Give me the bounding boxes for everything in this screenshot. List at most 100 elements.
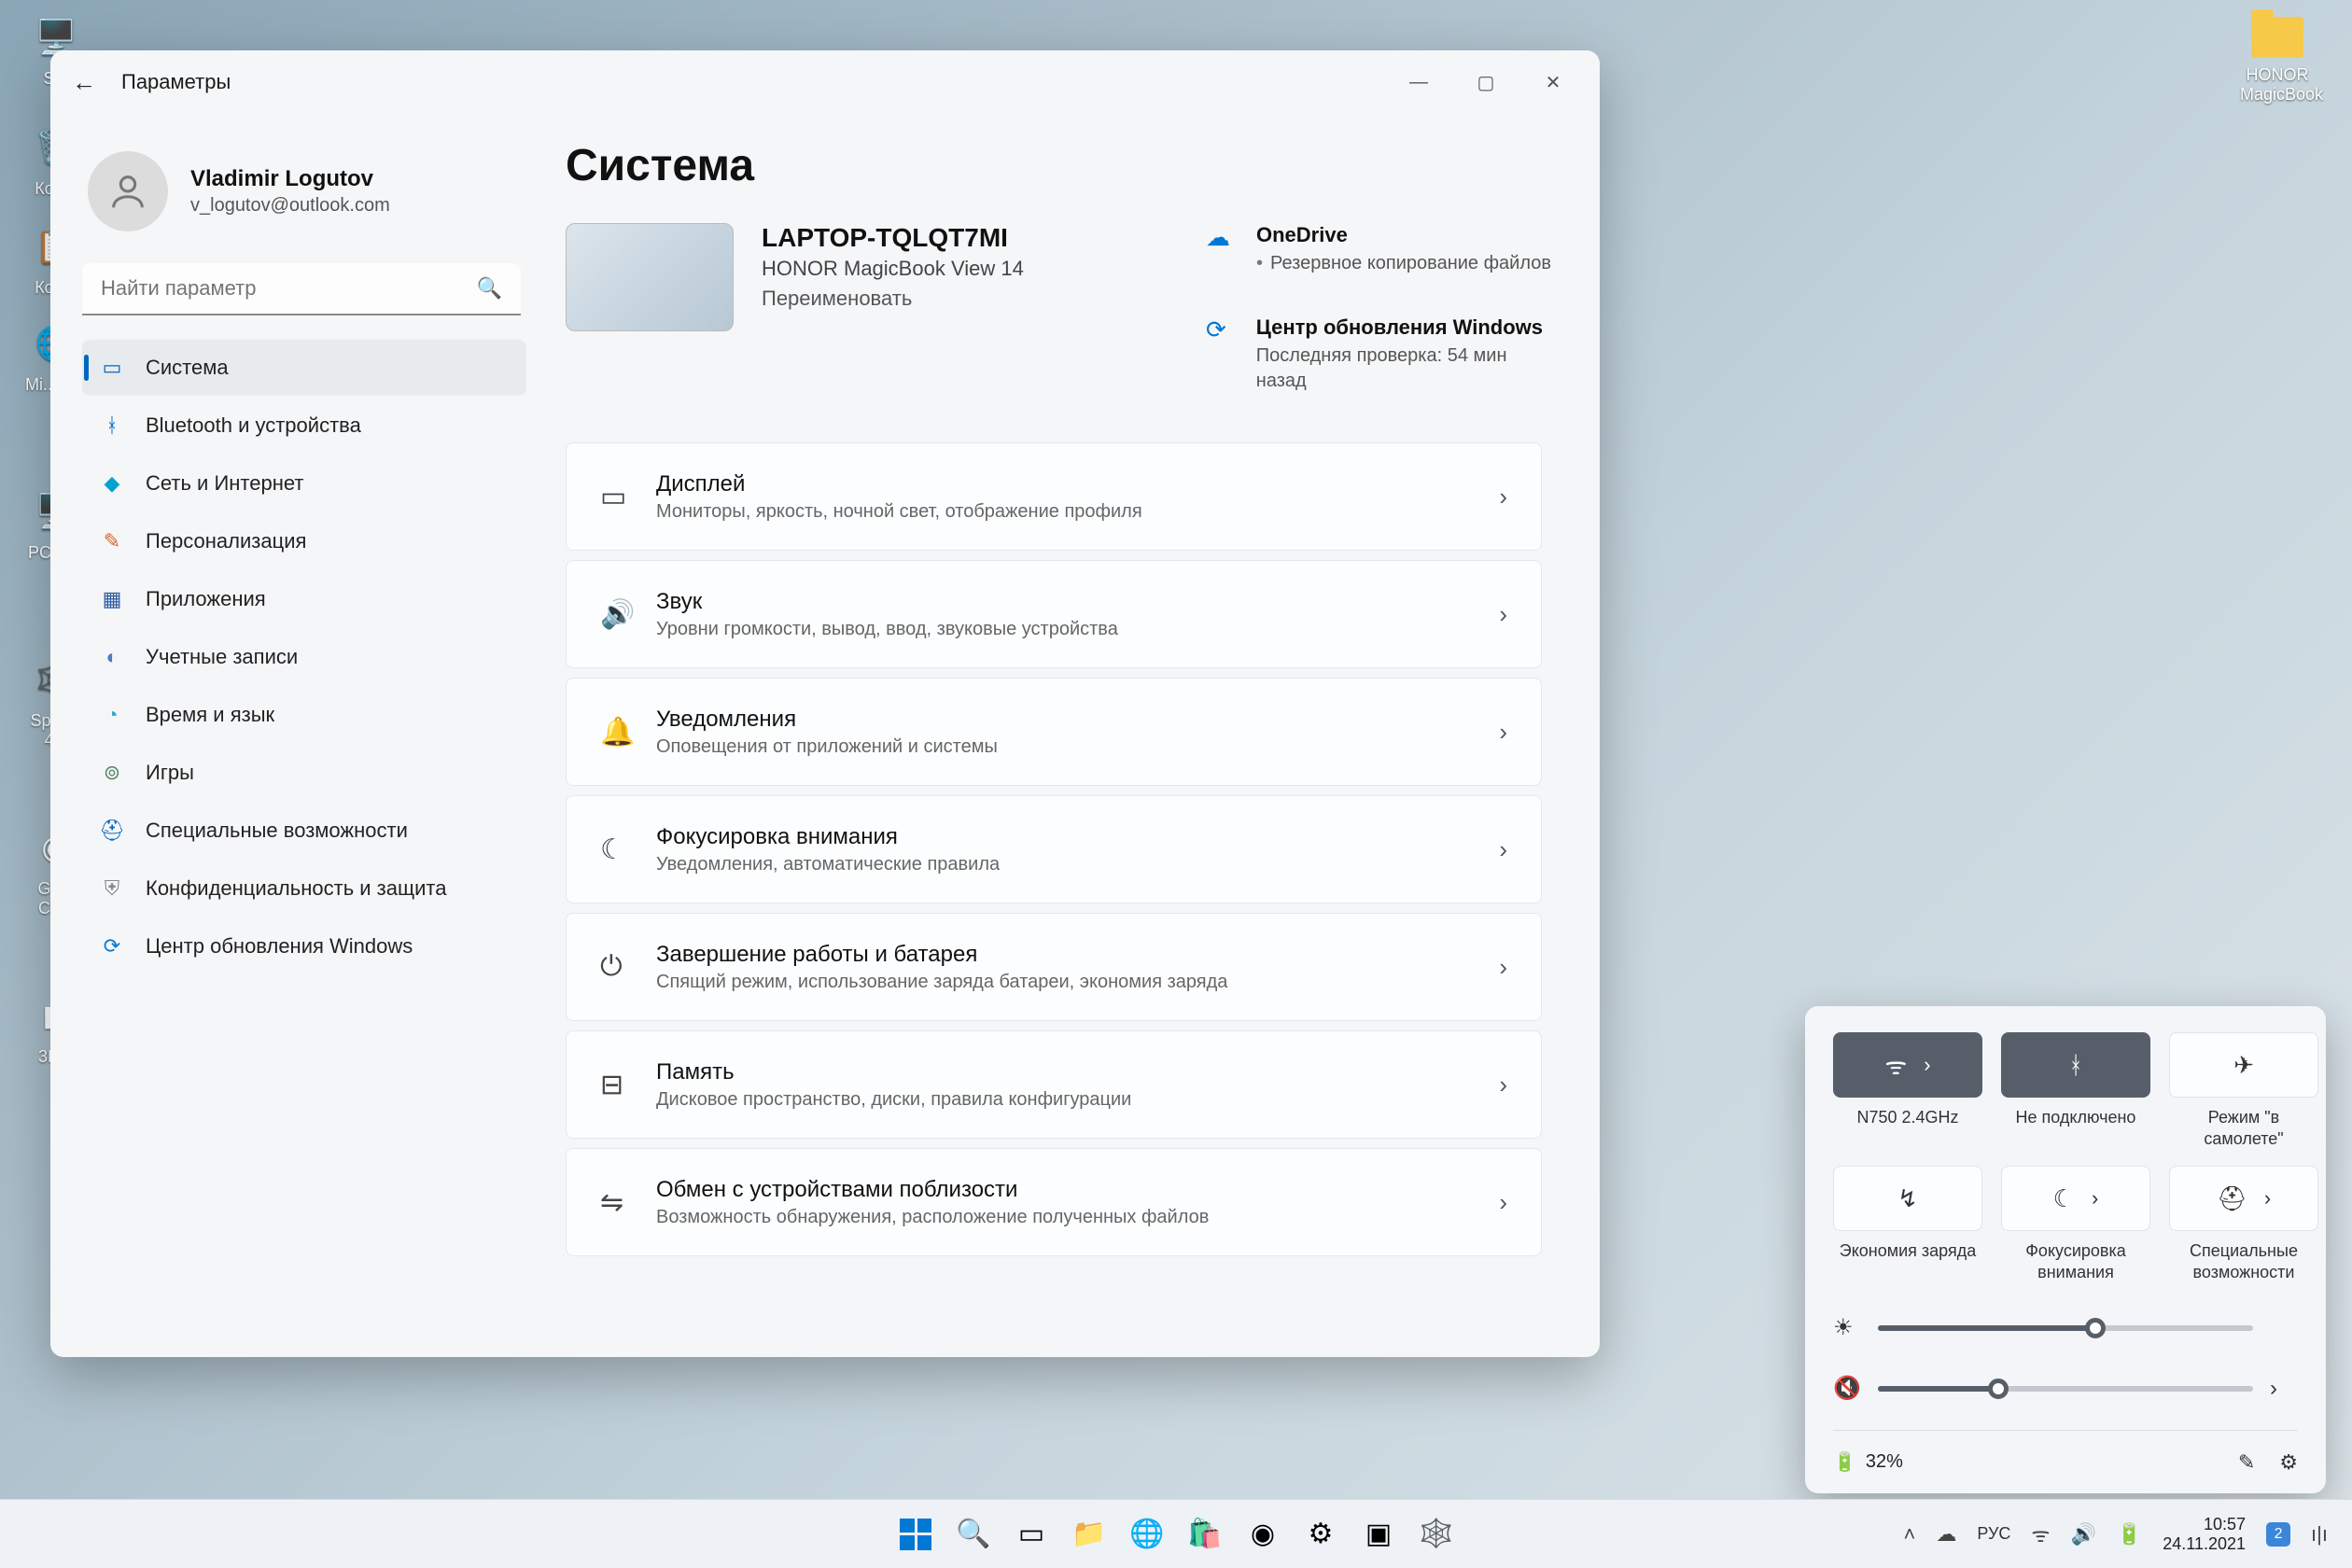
taskbar-spyder[interactable]: 🕸️ — [1414, 1512, 1459, 1557]
brightness-slider[interactable] — [1878, 1325, 2253, 1331]
taskbar-taskview[interactable]: ▭ — [1009, 1512, 1054, 1557]
minimize-button[interactable]: — — [1385, 59, 1452, 105]
system-icon: ▭ — [99, 356, 125, 380]
cards-list: ▭ДисплейМониторы, яркость, ночной свет, … — [566, 442, 1561, 1256]
card-power-battery[interactable]: ⏻Завершение работы и батареяСпящий режим… — [566, 913, 1542, 1021]
chevron-right-icon: › — [2264, 1186, 2271, 1211]
nav-item-system[interactable]: ▭Система — [82, 340, 526, 396]
qs-tile-accessibility[interactable]: ⛑› — [2169, 1166, 2318, 1231]
chevron-right-icon: › — [1499, 1188, 1507, 1217]
shield-icon: ⛨ — [99, 876, 125, 901]
nav-item-network[interactable]: ◆Сеть и Интернет — [82, 455, 526, 511]
avatar-icon — [88, 151, 168, 231]
tray-onedrive-icon[interactable]: ☁ — [1936, 1522, 1956, 1547]
share-icon: ⇋ — [600, 1186, 656, 1219]
accessibility-icon: ⛑ — [99, 819, 125, 843]
taskbar-search[interactable]: 🔍 — [951, 1512, 996, 1557]
card-sound[interactable]: 🔊ЗвукУровни громкости, вывод, ввод, звук… — [566, 560, 1542, 668]
storage-icon: ⊟ — [600, 1069, 656, 1101]
chevron-right-icon: › — [1924, 1053, 1930, 1077]
card-nearby-sharing[interactable]: ⇋Обмен с устройствами поблизостиВозможно… — [566, 1148, 1542, 1256]
tray-notification-badge[interactable]: 2 — [2266, 1522, 2290, 1547]
chevron-right-icon: › — [1499, 1071, 1507, 1099]
qs-tile-battery-saver[interactable]: ↯ — [1833, 1166, 1982, 1231]
chevron-right-icon: › — [1499, 483, 1507, 511]
accessibility-icon: ⛑ — [2217, 1184, 2247, 1213]
chevron-right-icon[interactable]: › — [2270, 1376, 2298, 1402]
battery-icon: 🔋 — [1833, 1450, 1856, 1474]
onedrive-status[interactable]: ☁ OneDrive •Резервное копирование файлов — [1206, 223, 1561, 276]
qs-tile-airplane[interactable]: ✈ — [2169, 1032, 2318, 1098]
profile-block[interactable]: Vladimir Logutov v_logutov@outlook.com — [88, 151, 526, 231]
update-icon: ⟳ — [1206, 315, 1239, 394]
card-focus-assist[interactable]: ☾Фокусировка вниманияУведомления, автома… — [566, 795, 1542, 903]
taskbar-chrome[interactable]: ◉ — [1240, 1512, 1285, 1557]
nav-item-time-language[interactable]: ◔Время и язык — [82, 687, 526, 743]
nav-item-bluetooth[interactable]: ᚼBluetooth и устройства — [82, 398, 526, 454]
folder-icon — [2251, 17, 2303, 58]
bluetooth-icon: ᚼ — [2068, 1051, 2083, 1080]
app-title: Параметры — [121, 70, 231, 94]
sidebar: Vladimir Logutov v_logutov@outlook.com 🔍… — [50, 114, 536, 1357]
tray-wifi-icon[interactable]: ᯤ — [2031, 1520, 2050, 1548]
tray-volume-icon[interactable]: 🔊 — [2070, 1522, 2095, 1547]
nav-item-accounts[interactable]: ◐Учетные записи — [82, 629, 526, 685]
nav-item-apps[interactable]: ▦Приложения — [82, 571, 526, 627]
nav-list: ▭Система ᚼBluetooth и устройства ◆Сеть и… — [82, 340, 526, 974]
card-storage[interactable]: ⊟ПамятьДисковое пространство, диски, пра… — [566, 1030, 1542, 1139]
update-icon: ⟳ — [99, 934, 125, 959]
chevron-right-icon: › — [1499, 835, 1507, 864]
rename-link[interactable]: Переименовать — [762, 287, 1024, 311]
qs-tile-wifi[interactable]: ᯤ› — [1833, 1032, 1982, 1098]
maximize-button[interactable]: ▢ — [1452, 59, 1519, 105]
titlebar: ← Параметры — ▢ ✕ — [50, 50, 1600, 114]
desktop-folder-honor[interactable]: HONOR MagicBook — [2240, 17, 2315, 105]
taskbar-edge[interactable]: 🌐 — [1125, 1512, 1169, 1557]
tray-extra-icon[interactable]: ı|ı — [2311, 1522, 2328, 1547]
time-icon: ◔ — [99, 703, 125, 727]
nav-item-gaming[interactable]: ⊚Игры — [82, 745, 526, 801]
back-button[interactable]: ← — [63, 62, 105, 103]
qs-tile-bluetooth[interactable]: ᚼ — [2001, 1032, 2150, 1098]
nav-item-accessibility[interactable]: ⛑Специальные возможности — [82, 803, 526, 859]
chevron-right-icon: › — [2092, 1186, 2098, 1211]
tray-battery-icon[interactable]: 🔋 — [2117, 1522, 2142, 1547]
wifi-icon: ᯤ — [1884, 1048, 1907, 1082]
volume-slider[interactable] — [1878, 1386, 2253, 1392]
battery-saver-icon: ↯ — [1897, 1184, 1918, 1213]
edit-quick-settings-button[interactable]: ✎ — [2238, 1450, 2255, 1475]
accounts-icon: ◐ — [99, 645, 125, 669]
search-input[interactable] — [82, 263, 521, 315]
nav-item-privacy[interactable]: ⛨Конфиденциальность и защита — [82, 861, 526, 917]
device-name: LAPTOP-TQLQT7MI — [762, 223, 1024, 253]
taskbar-settings[interactable]: ⚙ — [1298, 1512, 1343, 1557]
nav-item-personalization[interactable]: ✎Персонализация — [82, 513, 526, 569]
qs-tile-focus-assist[interactable]: ☾› — [2001, 1166, 2150, 1231]
moon-icon: ☾ — [2053, 1184, 2075, 1213]
card-display[interactable]: ▭ДисплейМониторы, яркость, ночной свет, … — [566, 442, 1542, 551]
tray-chevron-up-icon[interactable]: ˄ — [1903, 1522, 1915, 1547]
taskbar: 🔍 ▭ 📁 🌐 🛍️ ◉ ⚙ ▣ 🕸️ ˄ ☁ РУС ᯤ 🔊 🔋 10:57 … — [0, 1499, 2352, 1568]
settings-gear-button[interactable]: ⚙ — [2279, 1450, 2298, 1475]
taskbar-terminal[interactable]: ▣ — [1356, 1512, 1401, 1557]
search-box[interactable]: 🔍 — [82, 263, 521, 315]
close-button[interactable]: ✕ — [1519, 59, 1587, 105]
start-button[interactable] — [893, 1512, 938, 1557]
taskbar-store[interactable]: 🛍️ — [1183, 1512, 1227, 1557]
card-notifications[interactable]: 🔔УведомленияОповещения от приложений и с… — [566, 678, 1542, 786]
volume-mute-icon: 🔇 — [1833, 1375, 1861, 1402]
taskbar-explorer[interactable]: 📁 — [1067, 1512, 1112, 1557]
windows-update-status[interactable]: ⟳ Центр обновления Windows Последняя про… — [1206, 315, 1561, 394]
device-image — [566, 223, 734, 331]
onedrive-icon: ☁ — [1206, 223, 1239, 276]
chevron-right-icon: › — [1499, 953, 1507, 982]
network-icon: ◆ — [99, 471, 125, 496]
settings-window: ← Параметры — ▢ ✕ Vladimir Logutov v_log… — [50, 50, 1600, 1357]
display-icon: ▭ — [600, 481, 656, 513]
airplane-icon: ✈ — [2233, 1051, 2254, 1080]
nav-item-windows-update[interactable]: ⟳Центр обновления Windows — [82, 918, 526, 974]
tray-clock[interactable]: 10:57 24.11.2021 — [2163, 1515, 2246, 1553]
brightness-icon: ☀ — [1833, 1314, 1861, 1341]
qs-battery-status[interactable]: 🔋 32% — [1833, 1450, 1903, 1474]
tray-language[interactable]: РУС — [1977, 1524, 2010, 1544]
